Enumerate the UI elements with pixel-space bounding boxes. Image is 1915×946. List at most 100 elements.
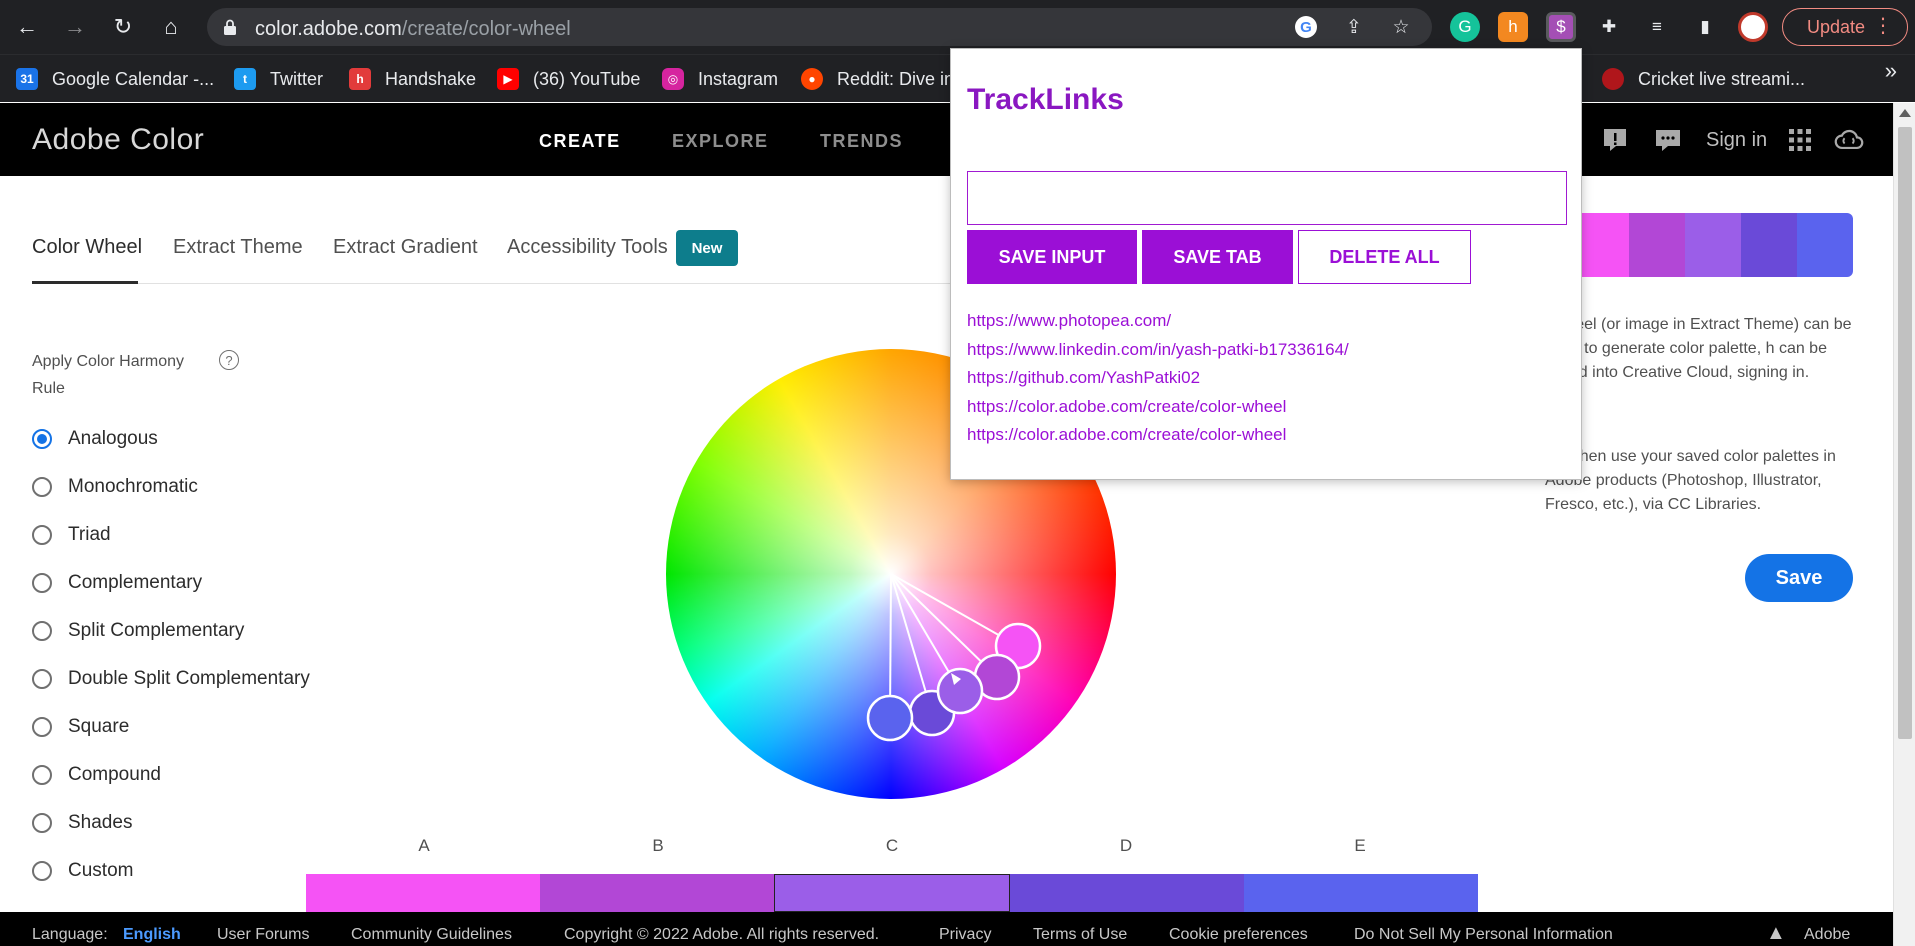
save-tab-button[interactable]: SAVE TAB bbox=[1142, 230, 1293, 284]
palette-preview-swatch bbox=[1685, 213, 1741, 277]
tab-extract-gradient[interactable]: Extract Gradient bbox=[333, 236, 478, 259]
list-item: https://www.photopea.com/ bbox=[967, 311, 1349, 340]
help-icon[interactable]: ? bbox=[219, 350, 239, 370]
scrollbar-thumb[interactable] bbox=[1898, 127, 1912, 739]
page-scrollbar[interactable] bbox=[1893, 103, 1915, 946]
rule-complementary[interactable]: Complementary bbox=[32, 569, 202, 597]
menu-dots-icon[interactable]: ⋮ bbox=[1873, 15, 1893, 37]
rule-compound[interactable]: Compound bbox=[32, 761, 161, 789]
swatch-e[interactable] bbox=[1244, 874, 1478, 912]
popup-title: TrackLinks bbox=[967, 83, 1124, 116]
saved-link[interactable]: https://color.adobe.com/create/color-whe… bbox=[967, 397, 1286, 416]
bookmark-star-icon[interactable]: ☆ bbox=[1389, 15, 1413, 39]
radio-icon[interactable] bbox=[32, 765, 52, 785]
list-item: https://www.linkedin.com/in/yash-patki-b… bbox=[967, 340, 1349, 369]
radio-icon[interactable] bbox=[32, 669, 52, 689]
rule-monochromatic[interactable]: Monochromatic bbox=[32, 473, 198, 501]
back-arrow-icon[interactable]: ← bbox=[12, 12, 42, 42]
saved-link[interactable]: https://www.linkedin.com/in/yash-patki-b… bbox=[967, 340, 1349, 359]
swatch-a[interactable] bbox=[306, 874, 540, 912]
rule-triad[interactable]: Triad bbox=[32, 521, 111, 549]
google-icon[interactable]: G bbox=[1294, 15, 1318, 39]
radio-icon[interactable] bbox=[32, 813, 52, 833]
radio-icon[interactable] bbox=[32, 861, 52, 881]
apps-grid-icon[interactable] bbox=[1785, 125, 1815, 155]
bookmark-twitter[interactable]: t Twitter bbox=[234, 65, 323, 93]
bookmark-cricket[interactable]: Cricket live streami... bbox=[1602, 65, 1805, 93]
reload-icon[interactable]: ↻ bbox=[108, 12, 138, 42]
footer-link-user-forums[interactable]: User Forums bbox=[217, 926, 309, 944]
palette-preview-swatch bbox=[1629, 213, 1685, 277]
link-input[interactable] bbox=[967, 171, 1567, 225]
rule-analogous[interactable]: Analogous bbox=[32, 425, 158, 453]
chat-icon[interactable] bbox=[1653, 125, 1683, 155]
footer-link-privacy[interactable]: Privacy bbox=[939, 926, 991, 944]
radio-icon[interactable] bbox=[32, 573, 52, 593]
delete-all-button[interactable]: DELETE ALL bbox=[1298, 230, 1471, 284]
scroll-up-arrow-icon[interactable] bbox=[1899, 109, 1911, 117]
tab-accessibility-tools[interactable]: Accessibility Tools bbox=[507, 236, 668, 259]
radio-icon[interactable] bbox=[32, 477, 52, 497]
save-button[interactable]: Save bbox=[1745, 554, 1853, 602]
radio-icon[interactable] bbox=[32, 717, 52, 737]
swatch-b[interactable] bbox=[540, 874, 774, 912]
rule-split-complementary[interactable]: Split Complementary bbox=[32, 617, 244, 645]
site-footer: Language: English User Forums Community … bbox=[0, 912, 1893, 946]
saved-link[interactable]: https://www.photopea.com/ bbox=[967, 311, 1171, 330]
home-icon[interactable]: ⌂ bbox=[156, 12, 186, 42]
saved-link[interactable]: https://color.adobe.com/create/color-whe… bbox=[967, 425, 1286, 444]
info-text-2: can then use your saved color palettes i… bbox=[1545, 448, 1836, 513]
swatch-c[interactable] bbox=[774, 874, 1010, 912]
bookmarks-overflow-icon[interactable]: » bbox=[1885, 58, 1897, 84]
footer-link-community-guidelines[interactable]: Community Guidelines bbox=[351, 926, 512, 944]
grammarly-extension-icon[interactable]: G bbox=[1450, 12, 1480, 42]
reading-list-icon[interactable]: ≡ bbox=[1642, 12, 1672, 42]
profile-avatar-icon[interactable] bbox=[1738, 12, 1768, 42]
language-selector[interactable]: English bbox=[123, 926, 181, 944]
swatch-label-d: D bbox=[1119, 836, 1133, 855]
honey-extension-icon[interactable]: h bbox=[1498, 12, 1528, 42]
footer-link-cookies[interactable]: Cookie preferences bbox=[1169, 926, 1308, 944]
bookmark-reddit[interactable]: ● Reddit: Dive in bbox=[801, 65, 954, 93]
nav-trends[interactable]: TRENDS bbox=[820, 131, 903, 152]
color-handle-e bbox=[866, 694, 914, 742]
address-bar[interactable]: color.adobe.com/create/color-wheel G ⇪ ☆ bbox=[207, 8, 1432, 46]
update-button[interactable]: Update ⋮ bbox=[1782, 8, 1908, 46]
sign-in-link[interactable]: Sign in bbox=[1706, 129, 1767, 152]
footer-link-do-not-sell[interactable]: Do Not Sell My Personal Information bbox=[1354, 926, 1613, 944]
nav-create[interactable]: CREATE bbox=[539, 131, 621, 152]
side-panel-icon[interactable]: ▮ bbox=[1690, 12, 1720, 42]
bookmark-handshake[interactable]: h Handshake bbox=[349, 65, 476, 93]
rule-custom[interactable]: Custom bbox=[32, 857, 133, 885]
new-badge: New bbox=[676, 230, 738, 266]
radio-checked-icon[interactable] bbox=[32, 429, 52, 449]
rule-double-split-complementary[interactable]: Double Split Complementary bbox=[32, 665, 310, 693]
adobe-logo-icon[interactable]: ▲ bbox=[1766, 922, 1786, 945]
saved-link[interactable]: https://github.com/YashPatki02 bbox=[967, 368, 1200, 387]
creative-cloud-icon[interactable] bbox=[1834, 125, 1864, 155]
radio-icon[interactable] bbox=[32, 525, 52, 545]
language-label: Language: bbox=[32, 926, 108, 943]
rule-shades[interactable]: Shades bbox=[32, 809, 132, 837]
feedback-alert-icon[interactable] bbox=[1600, 125, 1630, 155]
footer-link-terms[interactable]: Terms of Use bbox=[1033, 926, 1127, 944]
forward-arrow-icon[interactable]: → bbox=[60, 12, 90, 42]
footer-brand[interactable]: Adobe bbox=[1804, 926, 1850, 944]
extensions-puzzle-icon[interactable]: ✚ bbox=[1594, 12, 1624, 42]
tab-color-wheel[interactable]: Color Wheel bbox=[32, 236, 142, 259]
tracklinks-extension-icon[interactable]: $ bbox=[1546, 12, 1576, 42]
swatch-label-b: B bbox=[652, 836, 664, 855]
bookmark-google-calendar[interactable]: 31 Google Calendar -... bbox=[16, 65, 214, 93]
tab-extract-theme[interactable]: Extract Theme bbox=[173, 236, 303, 259]
nav-explore[interactable]: EXPLORE bbox=[672, 131, 769, 152]
share-icon[interactable]: ⇪ bbox=[1342, 15, 1366, 39]
rule-square[interactable]: Square bbox=[32, 713, 129, 741]
swatch-d[interactable] bbox=[1010, 874, 1244, 912]
active-tab-indicator bbox=[32, 281, 138, 284]
save-input-button[interactable]: SAVE INPUT bbox=[967, 230, 1137, 284]
bookmark-youtube[interactable]: ▶ (36) YouTube bbox=[497, 65, 640, 93]
site-logo[interactable]: Adobe Color bbox=[32, 123, 204, 157]
bookmark-instagram[interactable]: ◎ Instagram bbox=[662, 65, 778, 93]
radio-icon[interactable] bbox=[32, 621, 52, 641]
twitter-icon: t bbox=[234, 68, 256, 90]
